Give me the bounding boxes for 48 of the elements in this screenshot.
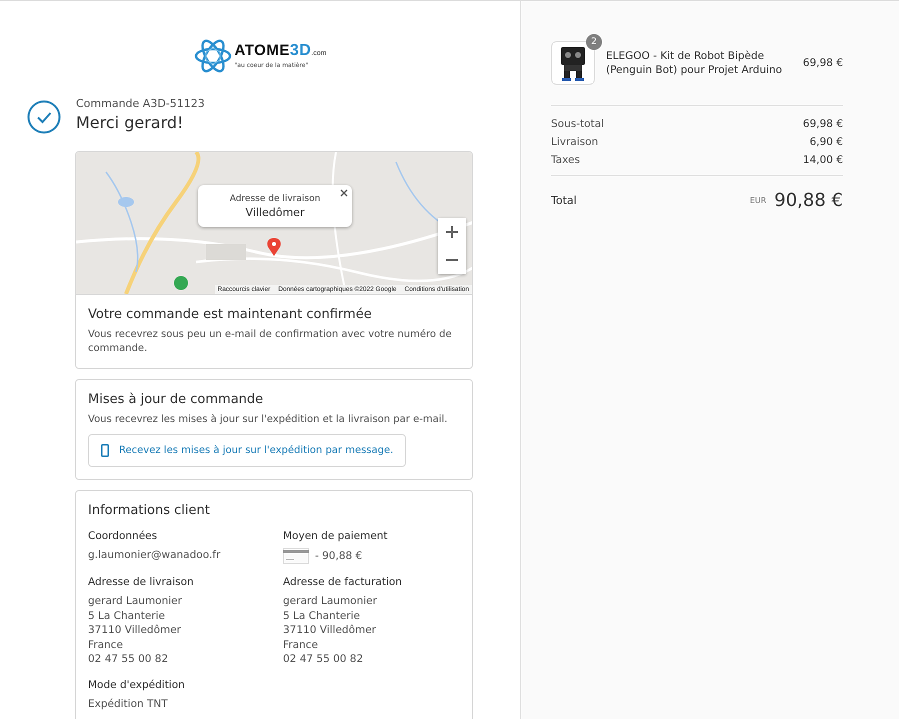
- updates-title: Mises à jour de commande: [88, 392, 264, 407]
- summary-label: Taxes: [551, 154, 580, 166]
- payment-amount: - 90,88 €: [315, 548, 362, 564]
- product-price: 69,98 €: [802, 57, 843, 69]
- info-line: g.laumonier@wanadoo.fr: [88, 548, 222, 563]
- summary-value: 69,98 €: [802, 118, 843, 130]
- summary-value: 6,90 €: [810, 136, 843, 148]
- confirmation-title: Votre commande est maintenant confirmée: [88, 307, 373, 322]
- plus-icon: [445, 225, 459, 239]
- summary-label: Livraison: [551, 136, 598, 148]
- info-line: 5 La Chanterie: [283, 608, 361, 624]
- customer-info-title: Informations client: [88, 503, 211, 518]
- currency-code: EUR: [750, 196, 766, 205]
- info-line: Expédition TNT: [88, 696, 169, 712]
- section-heading: Moyen de paiement: [283, 530, 389, 542]
- order-number: Commande A3D-51123: [76, 97, 205, 110]
- popup-title: Adresse de livraison: [230, 194, 320, 204]
- summary-label: Sous-total: [551, 118, 604, 130]
- check-circle-icon: [27, 100, 61, 134]
- section-heading: Coordonnées: [88, 530, 158, 542]
- zoom-in-button[interactable]: [438, 218, 466, 246]
- info-line: gerard Laumonier: [88, 594, 183, 609]
- zoom-out-button[interactable]: [438, 246, 466, 274]
- total-label: Total: [551, 194, 577, 207]
- atom-logo-icon: [194, 37, 232, 75]
- popup-place: Villedômer: [246, 206, 304, 218]
- close-icon[interactable]: [340, 189, 348, 197]
- info-line: France: [283, 638, 319, 652]
- info-line: 37110 Villedômer: [283, 623, 377, 638]
- info-line: 37110 Villedômer: [88, 623, 182, 638]
- confirmation-text: Vous recevrez sous peu un e-mail de confirmation avec votre numéro de commande.: [88, 328, 453, 356]
- info-line: 02 47 55 00 82: [283, 652, 364, 667]
- section-heading: Adresse de facturation: [283, 576, 403, 588]
- product-name: ELEGOO - Kit de Robot Bipède (Penguin Bot) pour Projet Arduino: [606, 49, 784, 77]
- info-line: 5 La Chanterie: [88, 608, 166, 624]
- section-heading: Adresse de livraison: [88, 576, 195, 588]
- quantity-badge: 2: [586, 34, 602, 50]
- info-line: 02 47 55 00 82: [88, 652, 170, 667]
- info-line: France: [88, 638, 124, 652]
- message-updates-button[interactable]: Recevez les mises à jour sur l'expédition par message.: [88, 434, 406, 467]
- summary-value: 14,00 €: [802, 154, 843, 166]
- thank-you-heading: Merci gerard!: [76, 113, 184, 132]
- card-icon: [283, 548, 309, 564]
- total-amount: 90,88 €: [774, 190, 843, 211]
- info-line: gerard Laumonier: [283, 594, 378, 609]
- updates-text: Vous recevrez les mises à jour sur l'expédition et la livraison par e-mail.: [88, 413, 448, 427]
- section-heading: Mode d'expédition: [88, 678, 186, 691]
- phone-icon: [101, 444, 109, 457]
